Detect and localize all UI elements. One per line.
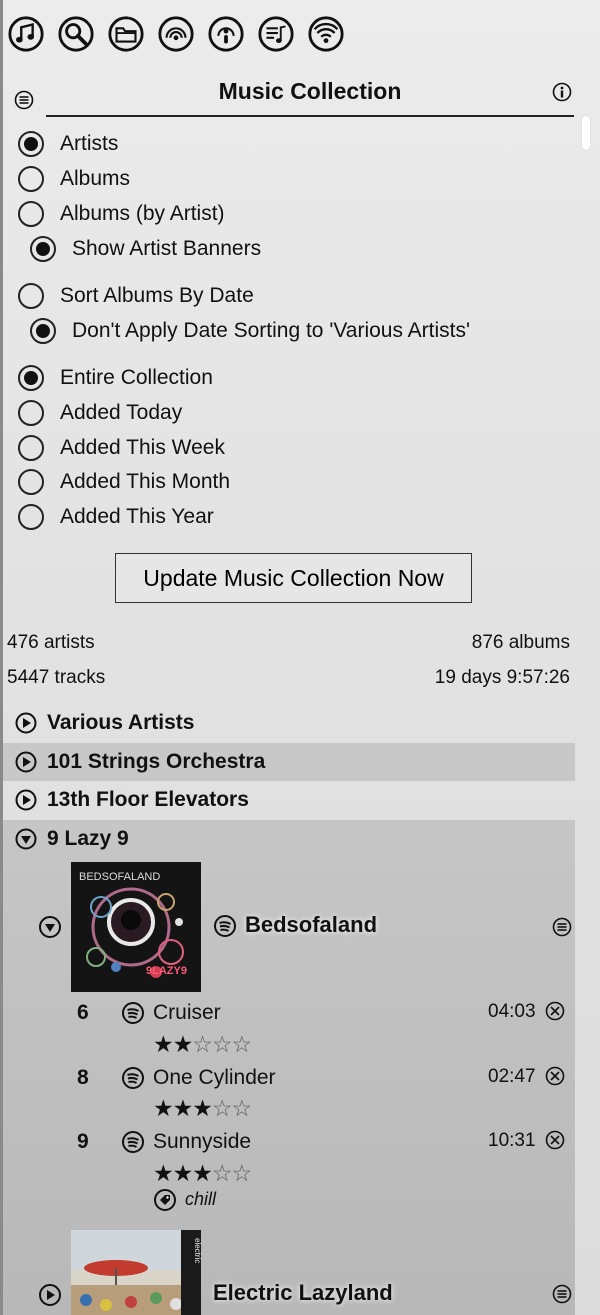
track-rating[interactable]: ★★☆☆☆ [153,1031,252,1058]
radio-button-selected[interactable] [30,236,56,262]
artist-count: 476 artists [7,632,95,653]
artist-name: 9 Lazy 9 [47,827,129,850]
podcast-icon[interactable] [206,14,246,54]
panel-menu-icon[interactable] [14,90,34,110]
radio-label: Added This Year [60,505,214,528]
artist-name: 101 Strings Orchestra [47,750,266,773]
total-duration: 19 days 9:57:26 [434,667,570,688]
collapse-arrow-icon[interactable] [15,828,37,850]
tag-icon[interactable] [153,1188,177,1212]
radio-label: Added This Week [60,436,225,459]
artist-row-expanded[interactable]: 9 Lazy 9 [3,820,575,858]
track-duration: 10:31 [488,1130,536,1151]
track-number: 6 [77,1001,89,1024]
album-count: 876 albums [471,632,570,653]
track-title[interactable]: Cruiser [153,1001,221,1025]
track-duration: 02:47 [488,1066,536,1087]
search-icon[interactable] [56,14,96,54]
option-label: Show Artist Banners [72,237,262,260]
radio-button[interactable] [18,400,44,426]
radio-label: Added This Month [60,470,231,493]
radio-button[interactable] [18,283,44,309]
album-expand-arrow-icon[interactable] [38,1283,62,1307]
spotify-icon[interactable] [121,1130,145,1154]
expand-arrow-icon[interactable] [15,751,37,773]
remove-track-icon[interactable] [545,1001,565,1021]
track-rating[interactable]: ★★★☆☆ [153,1095,252,1122]
page-title: Music Collection [46,78,574,117]
radio-button[interactable] [18,166,44,192]
radio-added-this-week[interactable]: Added This Week [18,433,225,463]
track-title[interactable]: One Cylinder [153,1066,276,1090]
radio-label: Added Today [60,401,183,424]
radio-button-selected[interactable] [18,365,44,391]
radio-entire-collection[interactable]: Entire Collection [18,363,213,393]
remove-track-icon[interactable] [545,1130,565,1150]
radio-button[interactable] [18,435,44,461]
radio-button-selected[interactable] [18,131,44,157]
wifi-icon[interactable] [306,14,346,54]
track-title[interactable]: Sunnyside [153,1130,251,1154]
radio-added-this-year[interactable]: Added This Year [18,502,214,532]
radio-label: Albums (by Artist) [60,202,225,225]
checkbox-no-date-sort-various[interactable]: Don't Apply Date Sorting to 'Various Art… [30,316,470,346]
update-collection-button[interactable]: Update Music Collection Now [115,553,472,603]
scrollbar-thumb[interactable] [582,116,590,150]
expand-arrow-icon[interactable] [15,789,37,811]
checkbox-show-artist-banners[interactable]: Show Artist Banners [30,234,261,264]
playlist-icon[interactable] [256,14,296,54]
cover-text: BEDSOFALAND [79,871,160,883]
album-collapse-arrow-icon[interactable] [38,915,62,939]
spotify-icon[interactable] [121,1066,145,1090]
track-tag[interactable]: chill [185,1189,216,1210]
option-label: Don't Apply Date Sorting to 'Various Art… [72,319,470,342]
checkbox-sort-albums-by-date[interactable]: Sort Albums By Date [18,281,254,311]
artist-row[interactable]: 101 Strings Orchestra [3,743,575,781]
album-cover[interactable]: BEDSOFALAND 9LAZY9 [71,862,201,992]
track-duration: 04:03 [488,1001,536,1022]
panel-header: Music Collection [8,72,574,118]
music-note-icon[interactable] [6,14,46,54]
info-icon[interactable] [552,82,572,102]
remove-track-icon[interactable] [545,1066,565,1086]
album-menu-icon[interactable] [552,1284,572,1304]
radio-added-this-month[interactable]: Added This Month [18,467,230,497]
option-label: Sort Albums By Date [60,284,254,307]
radio-label: Artists [60,132,119,155]
spotify-icon[interactable] [213,914,237,938]
radio-label: Entire Collection [60,366,213,389]
track-number: 8 [77,1066,89,1089]
radio-button[interactable] [18,504,44,530]
radio-waves-icon[interactable] [156,14,196,54]
expand-arrow-icon[interactable] [15,712,37,734]
artist-name: Various Artists [47,711,195,734]
radio-button[interactable] [18,201,44,227]
source-toolbar [6,14,346,56]
album-title[interactable]: Electric Lazyland [213,1280,393,1306]
radio-button-selected[interactable] [30,318,56,344]
radio-artists[interactable]: Artists [18,129,118,159]
spotify-icon[interactable] [121,1001,145,1025]
artist-row[interactable]: 13th Floor Elevators [3,781,575,819]
track-rating[interactable]: ★★★☆☆ [153,1160,252,1187]
artist-name: 13th Floor Elevators [47,788,249,811]
radio-albums[interactable]: Albums [18,164,130,194]
radio-button[interactable] [18,469,44,495]
track-number: 9 [77,1130,89,1153]
radio-added-today[interactable]: Added Today [18,398,182,428]
radio-albums-by-artist[interactable]: Albums (by Artist) [18,199,225,229]
radio-label: Albums [60,167,131,190]
folder-icon[interactable] [106,14,146,54]
track-count: 5447 tracks [7,667,106,688]
cover-text: electric [193,1238,201,1263]
cover-text: 9LAZY9 [146,965,187,977]
album-title[interactable]: Bedsofaland [245,912,377,938]
artist-row[interactable]: Various Artists [3,704,575,742]
album-menu-icon[interactable] [552,917,572,937]
album-cover[interactable]: electric [71,1230,201,1315]
